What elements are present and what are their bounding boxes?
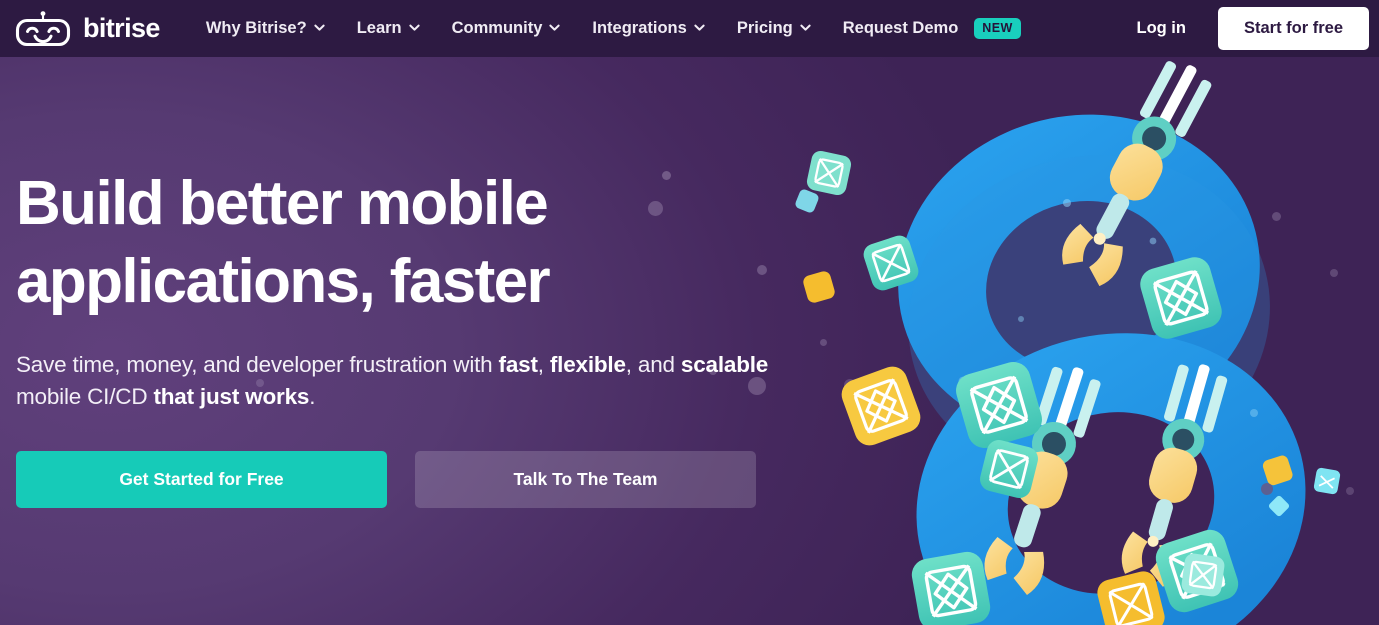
nav-item-request-demo[interactable]: Request Demo NEW [827, 0, 1037, 57]
nav-item-pricing[interactable]: Pricing [721, 0, 827, 57]
page-title: Build better mobile applications, faster [16, 165, 776, 321]
bitrise-landing-page: bitrise Why Bitrise? Learn Community Int… [0, 0, 1379, 625]
chevron-down-icon [800, 22, 811, 33]
nav-item-label: Request Demo [842, 19, 959, 37]
headline-line-1: Build better mobile [16, 169, 549, 238]
brand-logo[interactable]: bitrise [14, 10, 160, 47]
bitrise-robot-logo-icon [14, 10, 72, 47]
nav-item-label: Why Bitrise? [205, 19, 307, 37]
brand-name: bitrise [83, 13, 160, 43]
subhead-part-3: , and [625, 352, 681, 378]
subhead-part-4: mobile CI/CD [16, 384, 154, 410]
nav-item-label: Pricing [736, 19, 793, 37]
subhead-bold-that-just-works: that just works [153, 384, 310, 410]
headline-line-2: applications, faster [16, 247, 551, 317]
ci-cd-infinity-illustration [759, 57, 1379, 625]
nav-item-label: Community [451, 19, 543, 37]
nav-right-actions: Log in Start for free [1118, 0, 1379, 57]
subhead-part-5: . [309, 384, 316, 410]
chevron-down-icon [409, 22, 420, 33]
nav-item-learn[interactable]: Learn [341, 0, 436, 57]
chevron-down-icon [314, 22, 325, 33]
top-navigation-bar: bitrise Why Bitrise? Learn Community Int… [0, 0, 1379, 57]
hero-copy: Build better mobile applications, faster… [16, 165, 776, 509]
subhead-bold-scalable: scalable [680, 352, 769, 378]
subhead-part-1: Save time, money, and developer frustrat… [16, 352, 499, 378]
nav-item-community[interactable]: Community [436, 0, 577, 57]
nav-item-why-bitrise[interactable]: Why Bitrise? [190, 0, 341, 57]
nav-item-label: Integrations [592, 19, 687, 37]
start-for-free-button[interactable]: Start for free [1217, 7, 1369, 50]
hero-cta-row: Get Started for Free Talk To The Team [16, 451, 776, 509]
nav-item-integrations[interactable]: Integrations [576, 0, 720, 57]
nav-item-label: Learn [356, 19, 402, 37]
login-link[interactable]: Log in [1118, 19, 1203, 38]
nav-items: Why Bitrise? Learn Community Integration… [190, 0, 1037, 57]
chevron-down-icon [549, 22, 560, 33]
subhead-bold-fast: fast [498, 352, 538, 378]
new-badge: NEW [974, 18, 1021, 39]
subhead-bold-flexible: flexible [549, 352, 626, 378]
chevron-down-icon [694, 22, 705, 33]
subhead-part-2: , [537, 352, 550, 378]
talk-to-the-team-button[interactable]: Talk To The Team [415, 451, 756, 509]
get-started-for-free-button[interactable]: Get Started for Free [16, 451, 387, 509]
hero-subheadline: Save time, money, and developer frustrat… [16, 349, 776, 413]
hero-section: Build better mobile applications, faster… [0, 57, 1379, 625]
